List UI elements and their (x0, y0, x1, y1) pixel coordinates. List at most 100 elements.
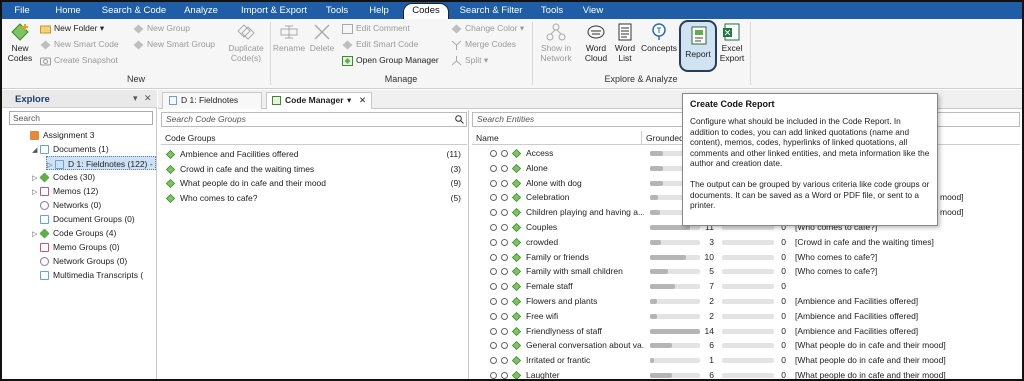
row-radio[interactable] (490, 268, 497, 276)
code-group-row[interactable]: What people do in cafe and their mood (9… (159, 176, 467, 190)
tree-node-code-groups[interactable]: ▷ Code Groups (4) (32, 226, 116, 240)
duplicate-codes-button[interactable]: Duplicate Code(s) (226, 22, 266, 63)
rename-button[interactable]: Rename (272, 22, 306, 54)
row-radio[interactable] (501, 253, 508, 261)
row-radio[interactable] (501, 194, 508, 202)
search-code-groups-input[interactable]: Search Code Groups (161, 112, 467, 127)
create-snapshot-button[interactable]: Create Snapshot (40, 54, 118, 67)
tab-close-icon[interactable]: ✕ (359, 93, 366, 108)
word-list-button[interactable]: Word List (612, 22, 638, 63)
row-radio[interactable] (490, 194, 497, 202)
row-radio[interactable] (490, 357, 497, 365)
row-radio[interactable] (501, 342, 508, 350)
code-group-row[interactable]: Crowd in cafe and the waiting times (3) (159, 162, 467, 176)
tab-import-export[interactable]: Import & Export (234, 2, 314, 19)
code-groups-header[interactable]: Code Groups (161, 131, 467, 145)
tree-node-memos[interactable]: ▷ Memos (12) (32, 184, 98, 198)
entity-row[interactable]: Family or friends 10 0 [Who comes to cafe… (470, 250, 1022, 265)
code-group-row[interactable]: Who comes to cafe? (5) (159, 191, 467, 205)
tab-search-filter[interactable]: Search & Filter (453, 2, 529, 19)
edit-smart-code-button[interactable]: Edit Smart Code (342, 38, 418, 51)
entity-row[interactable]: Family with small children 5 0 [Who comes… (470, 264, 1022, 279)
tree-node-document-groups[interactable]: Document Groups (0) (40, 212, 135, 226)
tree-node-memo-groups[interactable]: Memo Groups (0) (40, 240, 120, 254)
row-radio[interactable] (501, 268, 508, 276)
row-radio[interactable] (501, 327, 508, 335)
row-radio[interactable] (501, 150, 508, 157)
row-radio[interactable] (490, 224, 497, 231)
row-radio[interactable] (490, 238, 497, 246)
merge-codes-button[interactable]: Merge Codes (451, 38, 516, 51)
row-radio[interactable] (501, 283, 508, 291)
tree-node-documents[interactable]: ◢ Documents (1) (32, 142, 109, 156)
new-smart-code-button[interactable]: New Smart Code (40, 38, 119, 51)
tab-tools-2[interactable]: Tools (535, 2, 569, 19)
row-radio[interactable] (501, 179, 508, 187)
expand-arrow-icon[interactable]: ▷ (32, 228, 40, 242)
new-group-button[interactable]: New Group (133, 22, 190, 35)
row-radio[interactable] (501, 209, 508, 217)
new-folder-button[interactable]: New Folder ▾ (40, 22, 104, 35)
entity-row[interactable]: crowded 3 0 [Crowd in cafe and the waitin… (470, 235, 1022, 250)
row-radio[interactable] (501, 357, 508, 365)
tab-file[interactable]: File (6, 2, 38, 19)
explore-search-input[interactable]: Search (9, 111, 153, 125)
entity-row[interactable]: Laughter 6 0 [What people do in cafe and … (470, 368, 1022, 379)
row-radio[interactable] (501, 372, 508, 379)
search-icon[interactable] (455, 115, 464, 124)
row-radio[interactable] (490, 150, 497, 157)
new-smart-group-button[interactable]: New Smart Group (133, 38, 215, 51)
row-radio[interactable] (490, 372, 497, 379)
concepts-button[interactable]: Concepts (639, 22, 679, 54)
excel-export-button[interactable]: Excel Export (718, 22, 746, 63)
entity-row[interactable]: Friendlyness of staff 14 0 [Ambience and … (470, 324, 1022, 339)
row-radio[interactable] (490, 342, 497, 350)
tab-home[interactable]: Home (48, 2, 88, 19)
entity-row[interactable]: General conversation about va... 6 0 [Wha… (470, 338, 1022, 353)
entity-row[interactable]: Irritated or frantic 1 0 [What people do … (470, 353, 1022, 368)
code-group-row[interactable]: Ambience and Facilities offered (11) (159, 147, 467, 161)
show-in-network-button[interactable]: Show in Network (535, 22, 577, 63)
entity-row[interactable]: Female staff 7 0 (470, 279, 1022, 294)
change-color-button[interactable]: Change Color ▾ (451, 22, 524, 35)
row-radio[interactable] (490, 253, 497, 261)
word-cloud-button[interactable]: Word Cloud (581, 22, 611, 63)
close-icon[interactable]: ✕ (144, 93, 152, 104)
row-radio[interactable] (501, 238, 508, 246)
row-radio[interactable] (490, 283, 497, 291)
tree-node-multimedia-transcripts[interactable]: Multimedia Transcripts ( (40, 268, 156, 282)
row-radio[interactable] (490, 164, 497, 172)
row-radio[interactable] (501, 164, 508, 172)
row-radio[interactable] (490, 179, 497, 187)
row-radio[interactable] (490, 209, 497, 217)
row-radio[interactable] (490, 298, 497, 305)
entity-row[interactable]: Free wifi 2 0 [Ambience and Facilities of… (470, 309, 1022, 324)
row-radio[interactable] (490, 312, 497, 320)
tab-code-manager[interactable]: Code Manager ▾ ✕ (266, 92, 372, 109)
row-radio[interactable] (490, 327, 497, 335)
report-button[interactable]: Report (679, 20, 717, 72)
tab-menu-icon[interactable]: ▾ (347, 93, 351, 108)
tab-tools[interactable]: Tools (320, 2, 354, 19)
column-name-header[interactable]: Name (472, 131, 642, 145)
open-group-manager-button[interactable]: Open Group Manager (342, 54, 439, 67)
tab-view[interactable]: View (578, 2, 608, 19)
tree-node-networks[interactable]: Networks (0) (40, 198, 101, 212)
tab-fieldnotes[interactable]: D 1: Fieldnotes (162, 92, 262, 109)
tab-search-code[interactable]: Search & Code (98, 2, 170, 19)
row-radio[interactable] (501, 224, 508, 231)
row-radio[interactable] (501, 298, 508, 305)
tab-help[interactable]: Help (362, 2, 396, 19)
tree-node-fieldnotes[interactable]: ▷ D 1: Fieldnotes (122) - (46, 156, 156, 170)
tree-node-project[interactable]: Assignment 3 (30, 128, 95, 142)
delete-button[interactable]: Delete (307, 22, 337, 54)
new-codes-button[interactable]: New Codes (5, 22, 35, 63)
tree-node-codes[interactable]: ▷ Codes (30) (32, 170, 95, 184)
tab-analyze[interactable]: Analyze (177, 2, 225, 19)
row-radio[interactable] (501, 312, 508, 320)
expand-arrow-icon[interactable]: ▷ (32, 186, 40, 200)
expand-arrow-icon[interactable]: ◢ (32, 144, 40, 158)
edit-comment-button[interactable]: Edit Comment (342, 22, 410, 35)
entity-row[interactable]: Flowers and plants 2 0 [Ambience and Faci… (470, 294, 1022, 309)
pane-menu-icon[interactable]: ▾ (133, 93, 138, 104)
